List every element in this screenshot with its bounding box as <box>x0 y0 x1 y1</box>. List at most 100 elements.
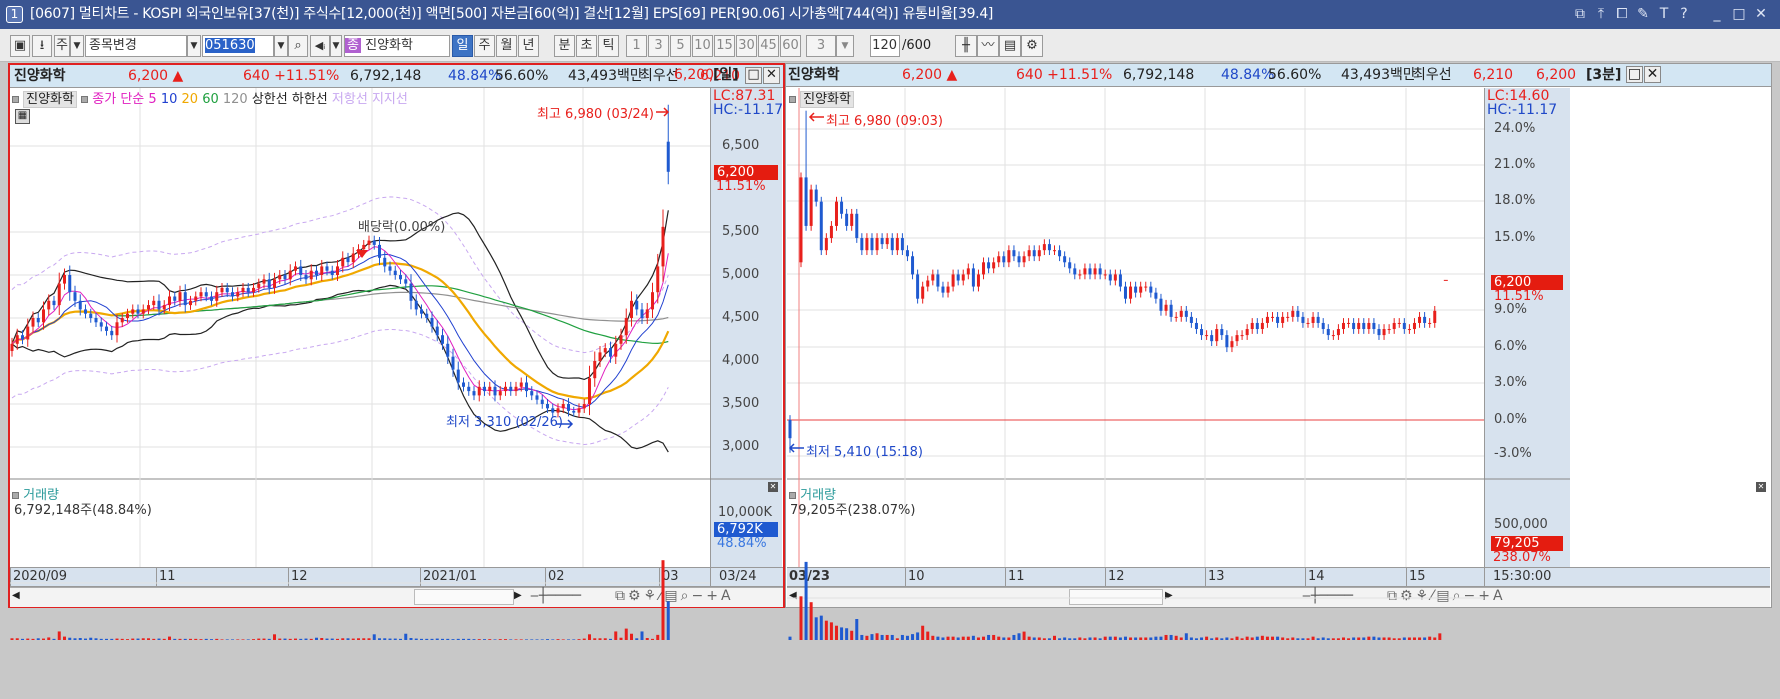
interval-5[interactable]: 5 <box>670 35 691 57</box>
scroll-thumb[interactable] <box>1069 589 1163 605</box>
legend-ma60[interactable]: 60 <box>202 92 219 107</box>
volume-bar <box>971 635 975 640</box>
period-tick[interactable]: 틱 <box>598 35 619 57</box>
scroll-right-icon[interactable]: ▶ <box>514 590 522 601</box>
period-minute[interactable]: 분 <box>554 35 575 57</box>
period-year[interactable]: 년 <box>518 35 539 57</box>
legend-stock-name[interactable]: 진양화학 <box>800 91 854 108</box>
interval-60[interactable]: 60 <box>780 35 801 57</box>
period-day[interactable]: 일 <box>452 35 473 57</box>
maximize-icon[interactable]: □ <box>1730 0 1748 29</box>
pin-top-icon[interactable]: ⤒ <box>1592 0 1610 29</box>
legend-upper[interactable]: 상한선 <box>252 92 288 107</box>
stock-name-field[interactable]: 종 진양화학 <box>344 35 450 57</box>
horizontal-scrollbar[interactable]: ◀ ▶ ‒┼──── ⧉⚙⚘⁄▤⌕−+A <box>10 587 783 607</box>
download-icon[interactable]: ⭳ <box>32 35 52 57</box>
volume-bar <box>1083 638 1087 640</box>
chart-tools-icons[interactable]: ⧉⚙⚘⁄▤⌕−+A <box>615 588 734 604</box>
change-stock-select[interactable]: 종목변경 <box>85 35 187 57</box>
legend-support[interactable]: 지지선 <box>372 92 408 107</box>
copy-window-icon[interactable]: ⧠ <box>1613 0 1631 29</box>
legend-ma5[interactable]: 5 <box>148 92 156 107</box>
volume-bar <box>1336 638 1340 640</box>
interval-10[interactable]: 10 <box>692 35 713 57</box>
count-input[interactable]: 120 <box>870 35 900 57</box>
legend-ma120[interactable]: 120 <box>223 92 248 107</box>
gear-icon[interactable]: ⚙ <box>1021 35 1043 57</box>
volume-bar <box>572 639 576 640</box>
legend-marker-icon <box>789 492 796 499</box>
font-icon[interactable]: T <box>1655 0 1673 29</box>
volume-bar <box>257 638 261 640</box>
zoom-slider[interactable]: ‒┼──── <box>530 588 581 604</box>
volume-bar <box>845 628 849 640</box>
stock-code-input[interactable]: 051630 <box>202 35 274 57</box>
volume-bar <box>488 639 492 640</box>
search-icon[interactable]: ⌕ <box>288 35 308 57</box>
legend-ma-label[interactable]: 종가 단순 <box>92 92 144 107</box>
chevron-down-icon[interactable]: ▼ <box>274 35 288 57</box>
legend-resist[interactable]: 저항선 <box>332 92 368 107</box>
save-icon[interactable]: ▤ <box>999 35 1021 57</box>
scroll-right-icon[interactable]: ▶ <box>1165 590 1173 601</box>
scroll-left-icon[interactable]: ◀ <box>12 590 20 601</box>
minimize-icon[interactable]: _ <box>1708 0 1726 29</box>
interval-45[interactable]: 45 <box>758 35 779 57</box>
volume-bar <box>1306 638 1310 640</box>
layout-icon[interactable]: ▣ <box>10 35 30 57</box>
volume-bar <box>1118 637 1122 640</box>
maximize-chart-icon[interactable]: □ <box>1626 66 1643 83</box>
volume-bar <box>1341 637 1345 640</box>
pin-icon[interactable]: ✎ <box>1634 0 1652 29</box>
low-annotation: 최저 3,310 (02/26) <box>446 415 564 430</box>
interval-input[interactable]: 3 <box>806 35 836 57</box>
chart-tools-icons[interactable]: ⧉⚙⚘⁄▤⌕−+A <box>1387 588 1506 604</box>
close-pane-icon[interactable]: ✕ <box>1756 482 1766 492</box>
volume-bar <box>895 638 899 640</box>
market-select[interactable]: 주 <box>54 35 70 57</box>
scroll-thumb[interactable] <box>414 589 514 605</box>
chevron-down-icon[interactable]: ▼ <box>330 35 342 57</box>
volume-bar <box>788 636 792 640</box>
candle-add-icon[interactable]: ╫ <box>955 35 977 57</box>
legend-ma20[interactable]: 20 <box>182 92 199 107</box>
grid-table-icon[interactable]: ▦ <box>15 109 30 124</box>
volume-bar <box>409 638 413 640</box>
close-chart-icon[interactable]: ✕ <box>1644 66 1661 83</box>
legend-ma10[interactable]: 10 <box>161 92 178 107</box>
volume-bar <box>1129 637 1133 640</box>
price-axis[interactable] <box>710 88 782 567</box>
chevron-down-icon[interactable]: ▼ <box>836 35 854 57</box>
volume-bar <box>1108 636 1112 640</box>
help-icon[interactable]: ? <box>1675 0 1693 29</box>
volume-value: 6,792,148주(48.84%) <box>14 503 152 518</box>
interval-1[interactable]: 1 <box>626 35 647 57</box>
period-week[interactable]: 주 <box>474 35 495 57</box>
speaker-icon[interactable]: ◀ᵢ <box>310 35 330 57</box>
restore-icon[interactable]: ⧉ <box>1571 0 1589 29</box>
line-add-icon[interactable]: 〰 <box>977 35 999 57</box>
chevron-down-icon[interactable]: ▼ <box>70 35 84 57</box>
chevron-down-icon[interactable]: ▼ <box>187 35 201 57</box>
maximize-chart-icon[interactable]: □ <box>745 67 762 84</box>
interval-3[interactable]: 3 <box>648 35 669 57</box>
volume-bar <box>1321 637 1325 640</box>
close-pane-icon[interactable]: ✕ <box>768 482 778 492</box>
price-tick: 3,000 <box>722 439 760 454</box>
scroll-left-icon[interactable]: ◀ <box>789 590 797 601</box>
close-chart-icon[interactable]: ✕ <box>763 67 780 84</box>
interval-30[interactable]: 30 <box>736 35 757 57</box>
period-second[interactable]: 초 <box>576 35 597 57</box>
close-icon[interactable]: ✕ <box>1752 0 1770 29</box>
legend-stock-name[interactable]: 진양화학 <box>23 91 77 108</box>
legend-lower[interactable]: 하한선 <box>292 92 328 107</box>
date-label: 02 <box>545 568 565 586</box>
interval-15[interactable]: 15 <box>714 35 735 57</box>
period-month[interactable]: 월 <box>496 35 517 57</box>
minute-chart-panel: 진양화학 6,200 ▲ 640 +11.51% 6,792,148 48.84… <box>785 63 1772 608</box>
price: 6,200 ▲ <box>128 68 184 84</box>
volume-bar <box>215 638 219 640</box>
zoom-slider[interactable]: ‒┼──── <box>1302 588 1353 604</box>
horizontal-scrollbar[interactable]: ◀ ▶ ‒┼──── ⧉⚙⚘⁄▤⌕−+A <box>787 587 1770 607</box>
high-annotation: 최고 6,980 (09:03) <box>826 114 944 129</box>
